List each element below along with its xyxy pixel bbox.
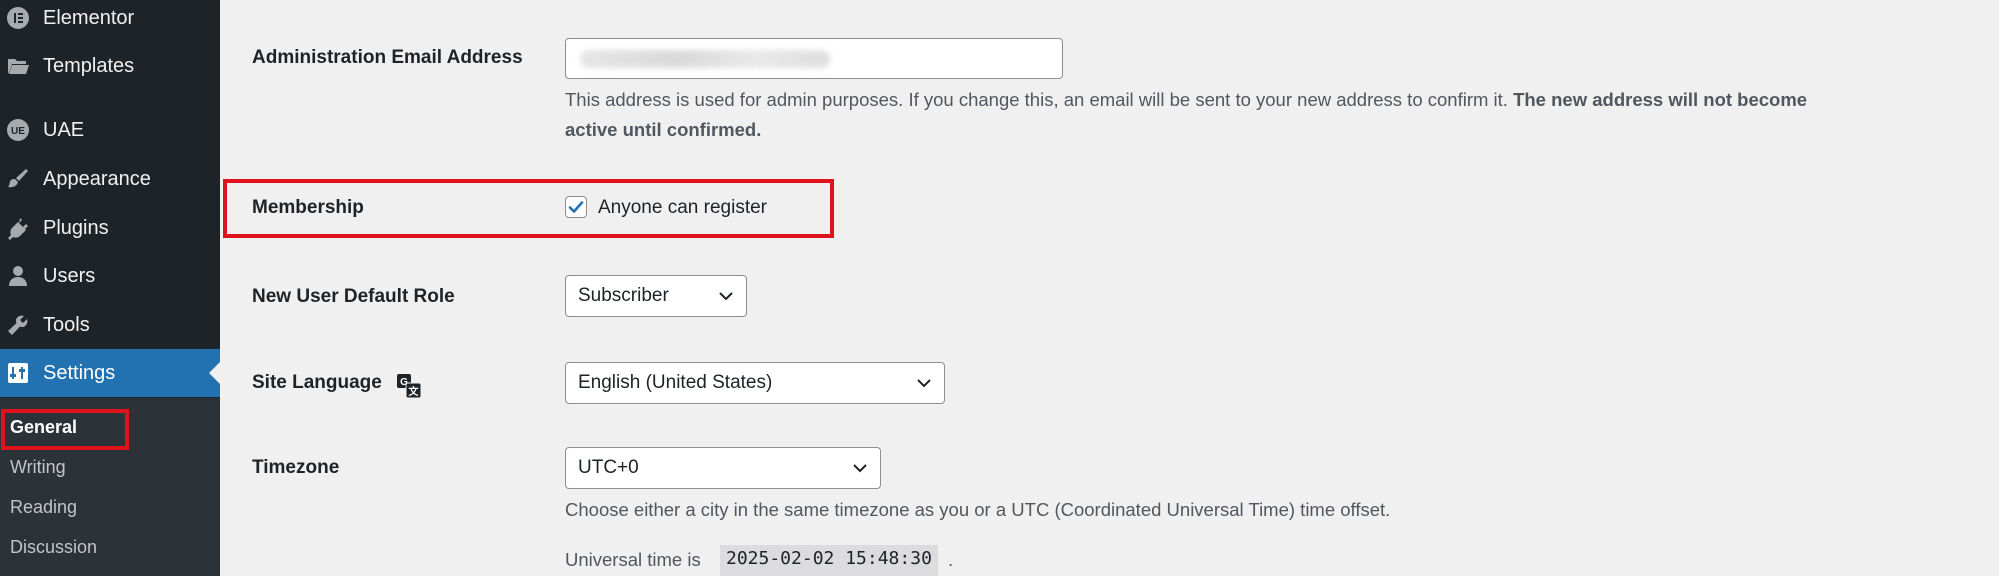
submenu-item-reading[interactable]: Reading xyxy=(10,497,77,518)
sidebar-item-label: Users xyxy=(43,264,96,287)
sidebar-item-plugins[interactable]: Plugins xyxy=(0,204,220,252)
admin-email-desc-bold-2: active until confirmed. xyxy=(565,119,762,140)
user-icon xyxy=(5,263,31,289)
timezone-label: Timezone xyxy=(252,457,340,478)
svg-text:文: 文 xyxy=(409,385,420,398)
settings-icon xyxy=(5,360,31,386)
default-role-value: Subscriber xyxy=(578,285,669,306)
elementor-icon xyxy=(5,5,31,31)
anyone-can-register-checkbox[interactable] xyxy=(565,196,587,218)
default-role-label: New User Default Role xyxy=(252,286,455,307)
universal-time-value: 2025-02-02 15:48:30 xyxy=(720,545,938,576)
admin-email-desc-text: This address is used for admin purposes.… xyxy=(565,89,1508,110)
plugin-icon xyxy=(5,215,31,241)
submenu-item-discussion[interactable]: Discussion xyxy=(10,537,97,558)
site-language-value: English (United States) xyxy=(578,372,773,393)
sidebar-item-label: Templates xyxy=(43,54,135,77)
sidebar-item-elementor[interactable]: Elementor xyxy=(0,0,220,42)
svg-text:UE: UE xyxy=(11,126,25,137)
uae-icon: UE xyxy=(5,117,31,143)
sidebar-item-appearance[interactable]: Appearance xyxy=(0,155,220,203)
submenu-item-writing[interactable]: Writing xyxy=(10,457,66,478)
sidebar-item-label: Elementor xyxy=(43,6,135,29)
universal-time-prefix: Universal time is xyxy=(565,549,701,570)
general-highlight-box xyxy=(1,409,129,450)
chevron-down-icon xyxy=(917,379,931,388)
blurred-email-value xyxy=(580,50,830,68)
sidebar-item-tools[interactable]: Tools xyxy=(0,301,220,349)
sidebar-item-label: Tools xyxy=(43,313,90,336)
sidebar-item-users[interactable]: Users xyxy=(0,252,220,300)
anyone-can-register-label[interactable]: Anyone can register xyxy=(598,197,767,219)
admin-email-input[interactable] xyxy=(565,38,1063,79)
chevron-down-icon xyxy=(719,292,733,301)
checkmark-icon xyxy=(568,201,584,213)
default-role-select[interactable]: Subscriber xyxy=(565,275,747,317)
chevron-down-icon xyxy=(853,464,867,473)
paintbrush-icon xyxy=(5,166,31,192)
sidebar-item-settings[interactable]: Settings xyxy=(0,349,220,397)
folder-icon xyxy=(5,53,31,79)
sidebar-item-uae[interactable]: UE UAE xyxy=(0,106,220,154)
universal-time-suffix: . xyxy=(948,549,954,570)
timezone-select[interactable]: UTC+0 xyxy=(565,447,881,489)
translation-icon: G 文 xyxy=(397,374,422,399)
timezone-description: Choose either a city in the same timezon… xyxy=(565,499,1391,520)
admin-email-desc-bold-1: The new address will not become xyxy=(1513,89,1808,110)
sidebar-item-label: Settings xyxy=(43,361,116,384)
sidebar-item-label: Plugins xyxy=(43,216,109,239)
timezone-value: UTC+0 xyxy=(578,457,639,478)
sidebar-item-templates[interactable]: Templates xyxy=(0,42,220,90)
admin-sidebar: Elementor Templates UE UAE Appearance Pl… xyxy=(0,0,220,576)
membership-label: Membership xyxy=(252,197,364,218)
site-language-select[interactable]: English (United States) xyxy=(565,362,945,404)
admin-email-label: Administration Email Address xyxy=(252,47,523,68)
sidebar-item-label: Appearance xyxy=(43,167,151,190)
wrench-icon xyxy=(5,312,31,338)
sidebar-item-label: UAE xyxy=(43,118,85,141)
site-language-label: Site Language xyxy=(252,372,382,393)
admin-email-description: This address is used for admin purposes.… xyxy=(565,85,1985,145)
